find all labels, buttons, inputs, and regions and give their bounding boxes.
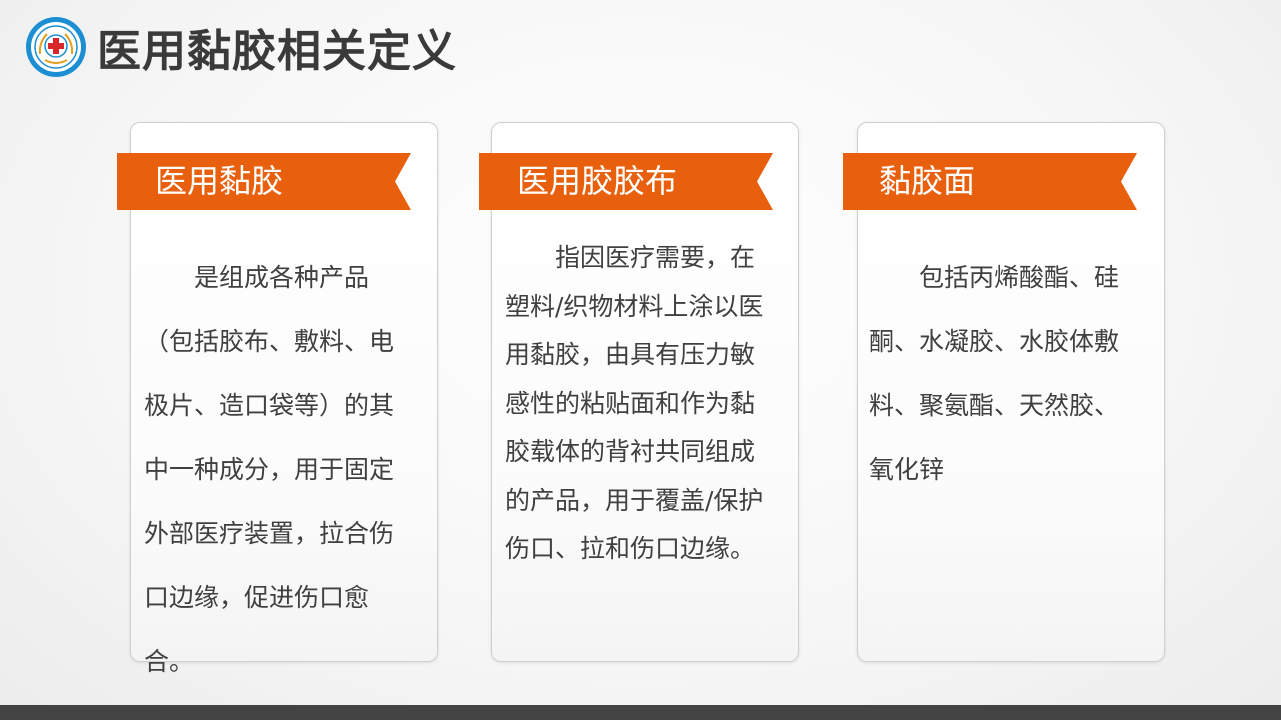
card-heading-ribbon: 医用黏胶: [117, 153, 411, 210]
card-heading: 医用胶胶布: [517, 162, 678, 200]
card-heading: 医用黏胶: [155, 162, 284, 200]
slide-header: 医用黏胶相关定义: [0, 0, 1281, 110]
hospital-logo-icon: [26, 17, 86, 77]
card-description: 包括丙烯酸酯、硅酮、水凝胶、水胶体敷料、聚氨酯、天然胶、氧化锌: [869, 263, 1120, 484]
card-description: 是组成各种产品（包括胶布、敷料、电极片、造口袋等）的其中一种成分，用于固定外部医…: [144, 263, 395, 676]
card-heading: 黏胶面: [879, 162, 976, 200]
card-heading-ribbon: 医用胶胶布: [479, 153, 773, 210]
footer-bar: [0, 705, 1281, 720]
page-title: 医用黏胶相关定义: [97, 26, 457, 77]
card-description: 指因医疗需要，在塑料/织物材料上涂以医用黏胶，由具有压力敏感性的粘贴面和作为黏胶…: [505, 243, 764, 563]
card-heading-ribbon: 黏胶面: [843, 153, 1137, 210]
